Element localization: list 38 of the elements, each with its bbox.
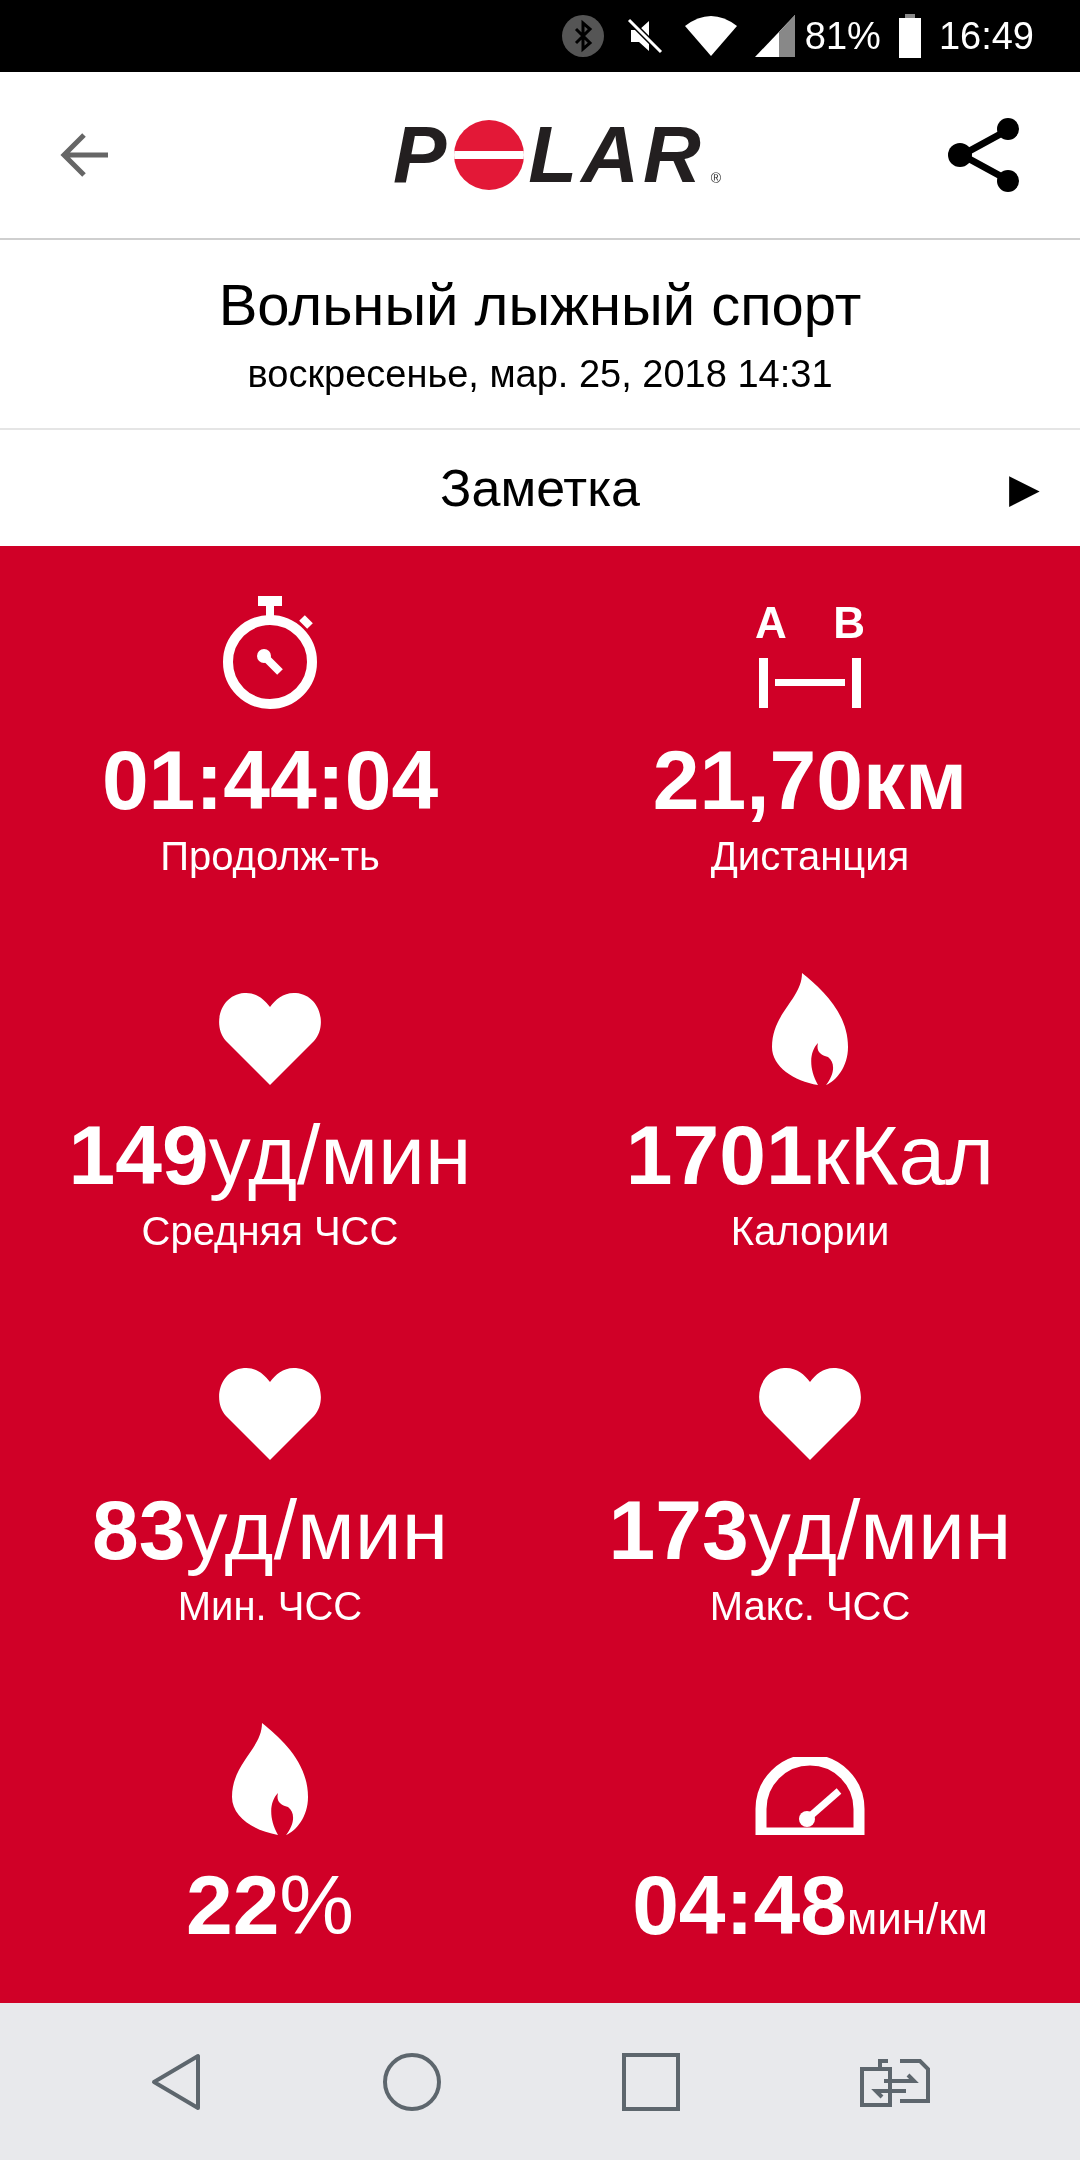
gauge-icon xyxy=(755,1757,865,1835)
recents-icon[interactable] xyxy=(622,2052,680,2111)
stat-label: Мин. ЧСС xyxy=(177,1583,363,1630)
back-icon[interactable] xyxy=(150,2051,202,2112)
note-row[interactable]: Заметка ▶ xyxy=(0,430,1080,546)
heart-icon xyxy=(218,991,322,1085)
stat-label: Дистанция xyxy=(710,833,910,880)
stat-value: 22% xyxy=(185,1857,355,1954)
stat-value: 83уд/мин xyxy=(91,1482,449,1579)
switch-sim-icon[interactable] xyxy=(860,2056,930,2107)
wifi-icon xyxy=(684,16,737,56)
stat-value: 149уд/мин xyxy=(68,1107,472,1204)
battery-icon xyxy=(898,14,921,58)
bluetooth-icon xyxy=(560,14,605,58)
flame-icon xyxy=(772,973,848,1085)
home-icon[interactable] xyxy=(382,2051,442,2112)
battery-percent: 81% xyxy=(804,13,881,59)
heart-icon xyxy=(218,1366,322,1460)
stat-label: Средняя ЧСС xyxy=(141,1208,399,1255)
stat-value: 04:48мин/км xyxy=(632,1857,988,1954)
signal-icon xyxy=(754,15,795,57)
heart-icon xyxy=(758,1366,862,1460)
clock: 16:49 xyxy=(938,13,1034,59)
stat-value: 01:44:04 xyxy=(101,732,439,829)
logo: P LAR® xyxy=(392,115,722,195)
arrow-icon: ▶ xyxy=(1009,458,1040,518)
stat-label: Макс. ЧСС xyxy=(709,1583,911,1630)
stat-label: Продолж-ть xyxy=(160,833,380,880)
share-icon[interactable] xyxy=(946,117,1022,193)
activity-date: воскресенье, мар. 25, 2018 14:31 xyxy=(247,352,833,397)
activity-title: Вольный лыжный спорт xyxy=(218,271,862,339)
stat-value: 173уд/мин xyxy=(608,1482,1012,1579)
stat-label: Калории xyxy=(730,1208,890,1255)
note-label: Заметка xyxy=(440,458,640,519)
flame-icon xyxy=(232,1723,308,1835)
back-arrow-icon[interactable] xyxy=(58,131,110,179)
stat-value: 21,70км xyxy=(652,732,968,829)
stat-value: 1701кКал xyxy=(625,1107,995,1204)
